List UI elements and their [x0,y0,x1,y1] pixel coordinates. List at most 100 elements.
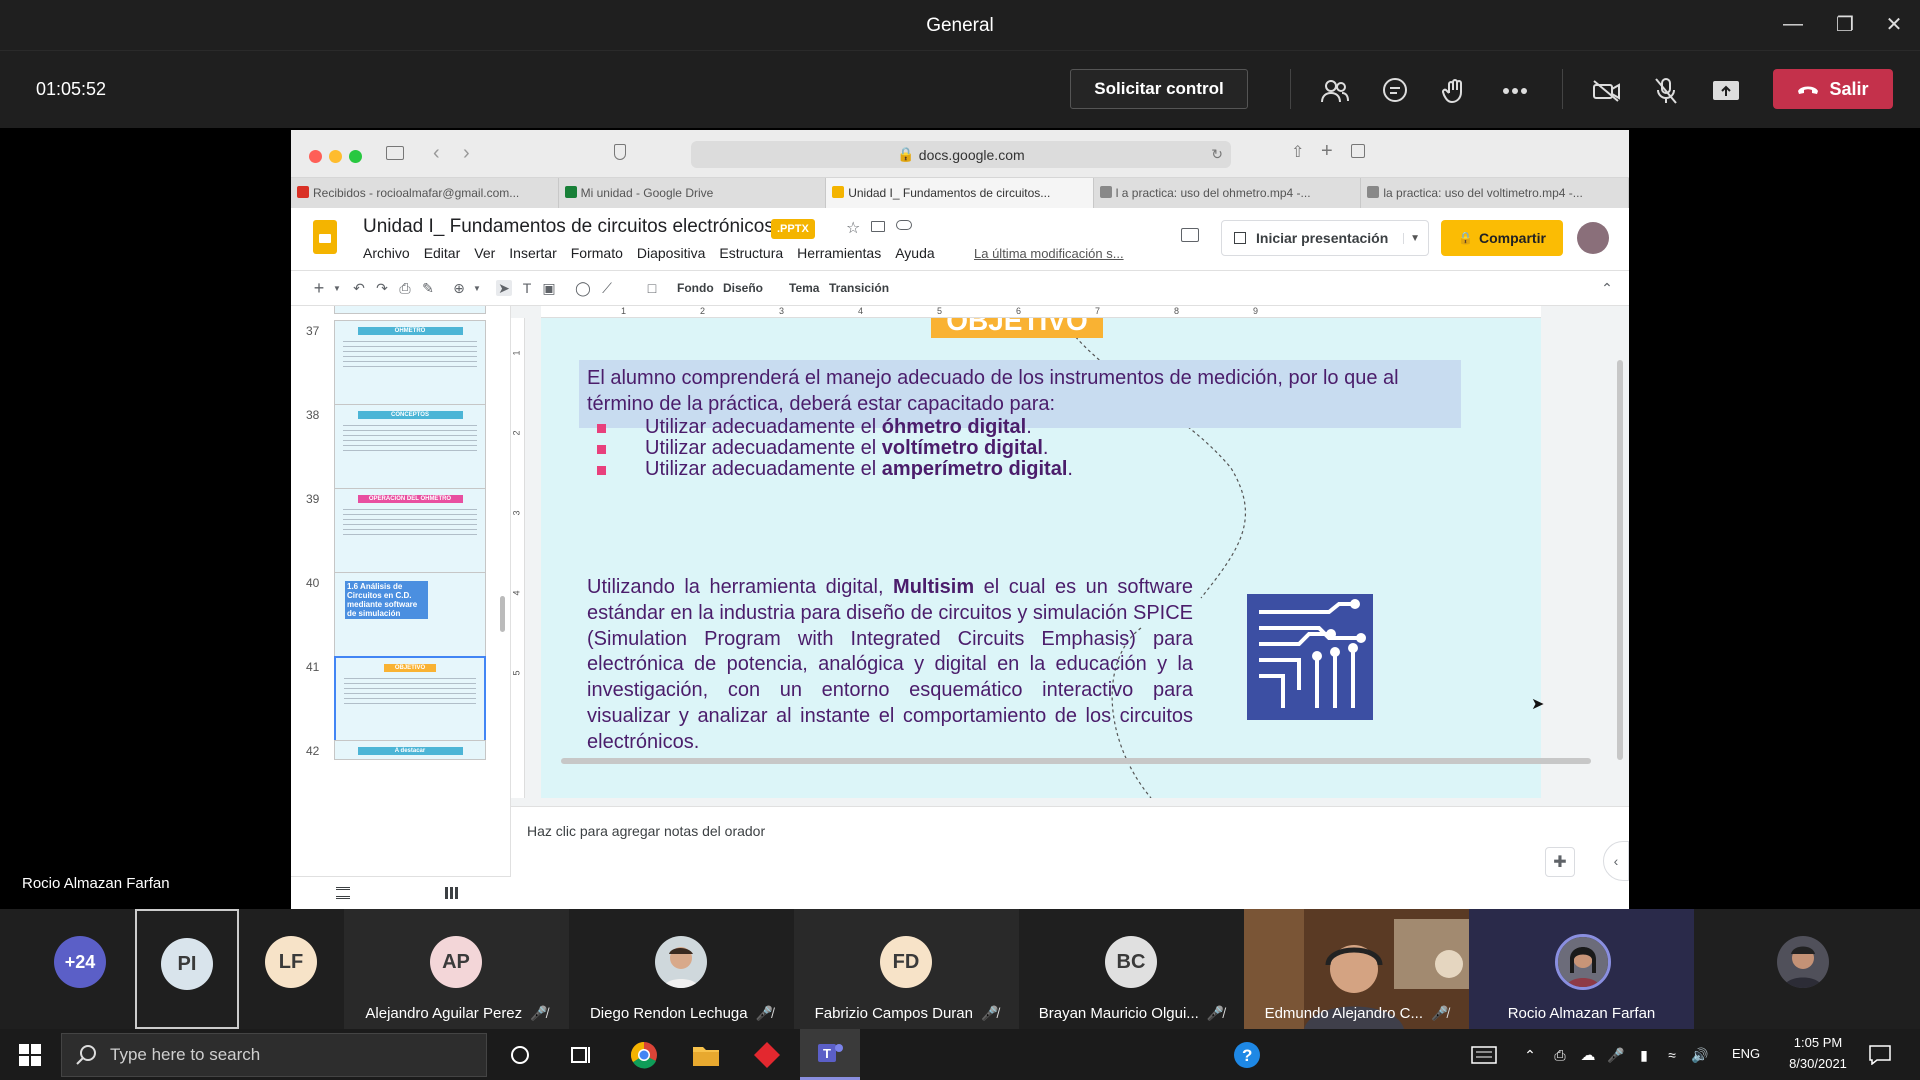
task-view-icon[interactable] [562,1037,598,1073]
notifications-icon[interactable] [1862,1037,1898,1073]
menu-item[interactable]: Formato [571,245,623,261]
participant-tile[interactable]: Diego Rendon Lechuga 🎤̸ [569,909,794,1029]
participant-video-tile[interactable]: Edmundo Alejandro C... 🎤̸ [1244,909,1469,1029]
menu-item[interactable]: Archivo [363,245,410,261]
participant-tile[interactable]: AP Alejandro Aguilar Perez 🎤̸ [344,909,569,1029]
slide-thumbnail[interactable]: OHMETRO [334,320,486,410]
mac-close-icon[interactable] [309,150,322,163]
menu-item[interactable]: Estructura [719,245,783,261]
current-slide[interactable]: OBJETIVO El alumno comprenderá el manejo… [541,318,1541,798]
move-folder-icon[interactable] [871,221,885,232]
raise-hand-icon[interactable] [1437,73,1473,109]
cortana-icon[interactable] [502,1037,538,1073]
share-screen-icon[interactable] [1708,73,1744,109]
print-icon[interactable]: ⎙ [397,280,413,296]
clock-date[interactable]: 8/30/2021 [1775,1056,1861,1071]
slide-thumbnail[interactable]: OPERACIÓN DEL ÓHMETRO [334,488,486,578]
slide-thumbnail[interactable] [334,306,486,314]
slide-thumbnail[interactable]: 1.6 Análisis de Circuitos en C.D. median… [334,572,486,662]
transition-button[interactable]: Transición [829,281,889,295]
windows-start-icon[interactable] [12,1037,48,1073]
user-avatar[interactable] [1577,222,1609,254]
line-icon[interactable]: ⟋ [599,280,615,296]
participants-icon[interactable] [1317,73,1353,109]
zoom-dropdown-icon[interactable]: ▼ [469,280,485,296]
star-icon[interactable]: ☆ [846,218,860,238]
present-button[interactable]: Iniciar presentación ▼ [1221,220,1429,256]
teams-icon[interactable]: T [800,1029,860,1080]
slide-thumbnail[interactable]: CONCEPTOS [334,404,486,494]
leave-button[interactable]: Salir [1773,69,1893,109]
menu-item[interactable]: Ver [474,245,495,261]
mic-off-icon[interactable] [1648,73,1684,109]
request-control-button[interactable]: Solicitar control [1070,69,1248,109]
participant-tile[interactable]: LF [239,909,343,1029]
theme-button[interactable]: Tema [789,281,819,295]
menu-item[interactable]: Insertar [509,245,556,261]
more-options-icon[interactable] [1497,73,1533,109]
image-icon[interactable]: ▣ [541,280,557,296]
restore-icon[interactable]: ❐ [1822,6,1868,42]
camera-off-icon[interactable] [1589,73,1625,109]
close-icon[interactable]: ✕ [1871,6,1917,42]
grid-view-icon[interactable] [445,887,459,899]
new-tab-icon[interactable]: + [1321,140,1333,163]
overflow-participants[interactable]: +24 [54,909,110,1029]
canvas-horizontal-scrollbar[interactable] [561,758,1591,764]
menu-item[interactable]: Diapositiva [637,245,705,261]
redo-icon[interactable]: ↷ [374,280,390,296]
forward-icon[interactable]: › [463,142,470,165]
self-view-tile[interactable] [1694,909,1920,1029]
text-box-icon[interactable]: T [519,280,535,296]
paint-format-icon[interactable]: ✎ [420,280,436,296]
menu-item[interactable]: Editar [424,245,461,261]
document-title[interactable]: Unidad I_ Fundamentos de circuitos elect… [363,216,774,238]
new-slide-icon[interactable]: + [311,278,327,298]
speaker-notes[interactable]: Haz clic para agregar notas del orador ✚… [511,806,1629,909]
notes-placeholder[interactable]: Haz clic para agregar notas del orador [527,823,765,839]
slide-thumbnail[interactable]: OBJETIVO [334,656,486,746]
reload-icon[interactable]: ↻ [1211,146,1223,163]
background-button[interactable]: Fondo [677,281,714,295]
file-explorer-icon[interactable] [688,1037,724,1073]
list-view-icon[interactable] [336,887,350,899]
browser-tab[interactable]: la practica: uso del voltimetro.mp4 -... [1361,178,1629,208]
chrome-icon[interactable] [626,1037,662,1073]
privacy-shield-icon[interactable] [614,144,626,160]
comments-icon[interactable] [1181,228,1199,242]
browser-tab[interactable]: l a practica: uso del ohmetro.mp4 -... [1094,178,1362,208]
last-edit-link[interactable]: La última modificación s... [974,246,1124,261]
new-slide-dropdown-icon[interactable]: ▼ [329,280,345,296]
browser-tab[interactable]: Mi unidad - Google Drive [559,178,827,208]
mac-zoom-icon[interactable] [349,150,362,163]
zoom-icon[interactable]: ⊕ [451,280,467,296]
share-button[interactable]: 🔒 Compartir [1441,220,1563,256]
shape-icon[interactable]: ◯ [575,280,591,296]
red-app-icon[interactable] [749,1037,785,1073]
help-icon[interactable]: ? [1229,1037,1265,1073]
comment-add-icon[interactable]: □ [644,280,660,296]
filmstrip-scrollbar[interactable] [500,596,505,632]
cloud-status-icon[interactable] [896,220,912,230]
news-icon[interactable] [1466,1037,1502,1073]
address-bar[interactable]: 🔒 docs.google.com ↻ [691,141,1231,168]
present-dropdown-icon[interactable]: ▼ [1403,232,1420,244]
layout-button[interactable]: Diseño [723,281,763,295]
participant-tile[interactable]: FD Fabrizio Campos Duran 🎤̸ [794,909,1019,1029]
slide-thumbnail[interactable]: A destacar [334,740,486,760]
menu-item[interactable]: Herramientas [797,245,881,261]
side-panel-toggle-icon[interactable]: ‹ [1603,841,1629,881]
undo-icon[interactable]: ↶ [351,280,367,296]
explore-icon[interactable]: ✚ [1545,847,1575,877]
language-indicator[interactable]: ENG [1732,1046,1760,1061]
share-icon[interactable]: ⇧ [1291,142,1304,162]
volume-icon[interactable]: 🔊 [1682,1037,1718,1073]
minimize-icon[interactable]: — [1770,6,1816,42]
canvas-vertical-scrollbar[interactable] [1617,360,1623,760]
collapse-toolbar-icon[interactable]: ⌃ [1599,280,1615,296]
browser-tab[interactable]: Recibidos - rocioalmafar@gmail.com... [291,178,559,208]
mac-minimize-icon[interactable] [329,150,342,163]
browser-tab[interactable]: Unidad I_ Fundamentos de circuitos... [826,178,1094,208]
tab-overview-icon[interactable] [1351,144,1365,158]
participant-tile[interactable]: PI [135,909,239,1029]
